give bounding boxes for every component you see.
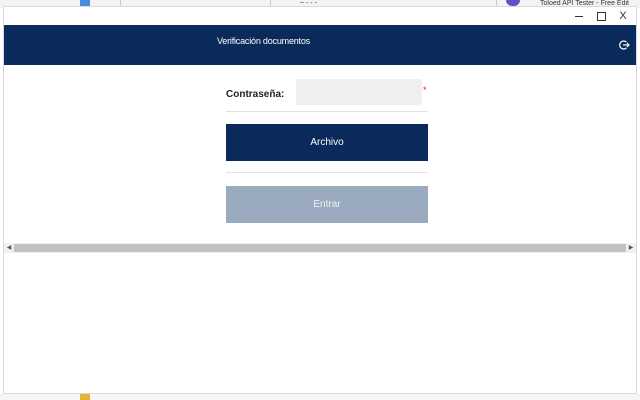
background-app-icon	[80, 394, 90, 400]
page-title: Verificación documentos	[217, 36, 310, 46]
archivo-button[interactable]: Archivo	[226, 124, 428, 161]
close-button[interactable]: X	[610, 8, 636, 24]
minimize-icon	[575, 15, 583, 17]
required-marker: *	[423, 85, 427, 95]
window-titlebar: X	[4, 7, 636, 25]
scroll-left-icon[interactable]: ◀	[4, 243, 14, 253]
app-window: X Verificación documentos Contraseña: * …	[3, 6, 637, 394]
scrollbar-thumb[interactable]	[14, 244, 626, 252]
background-bottom-strip	[0, 394, 640, 400]
close-icon: X	[619, 10, 627, 22]
maximize-icon	[596, 11, 606, 21]
divider	[226, 172, 428, 173]
password-input[interactable]	[296, 79, 422, 105]
app-header: Verificación documentos	[4, 25, 636, 65]
logout-icon[interactable]	[618, 39, 630, 51]
password-label: Contraseña:	[226, 89, 285, 100]
horizontal-scrollbar[interactable]: ◀ ▶	[4, 243, 636, 253]
entrar-button[interactable]: Entrar	[226, 186, 428, 223]
scroll-right-icon[interactable]: ▶	[626, 243, 636, 253]
divider	[226, 111, 428, 112]
